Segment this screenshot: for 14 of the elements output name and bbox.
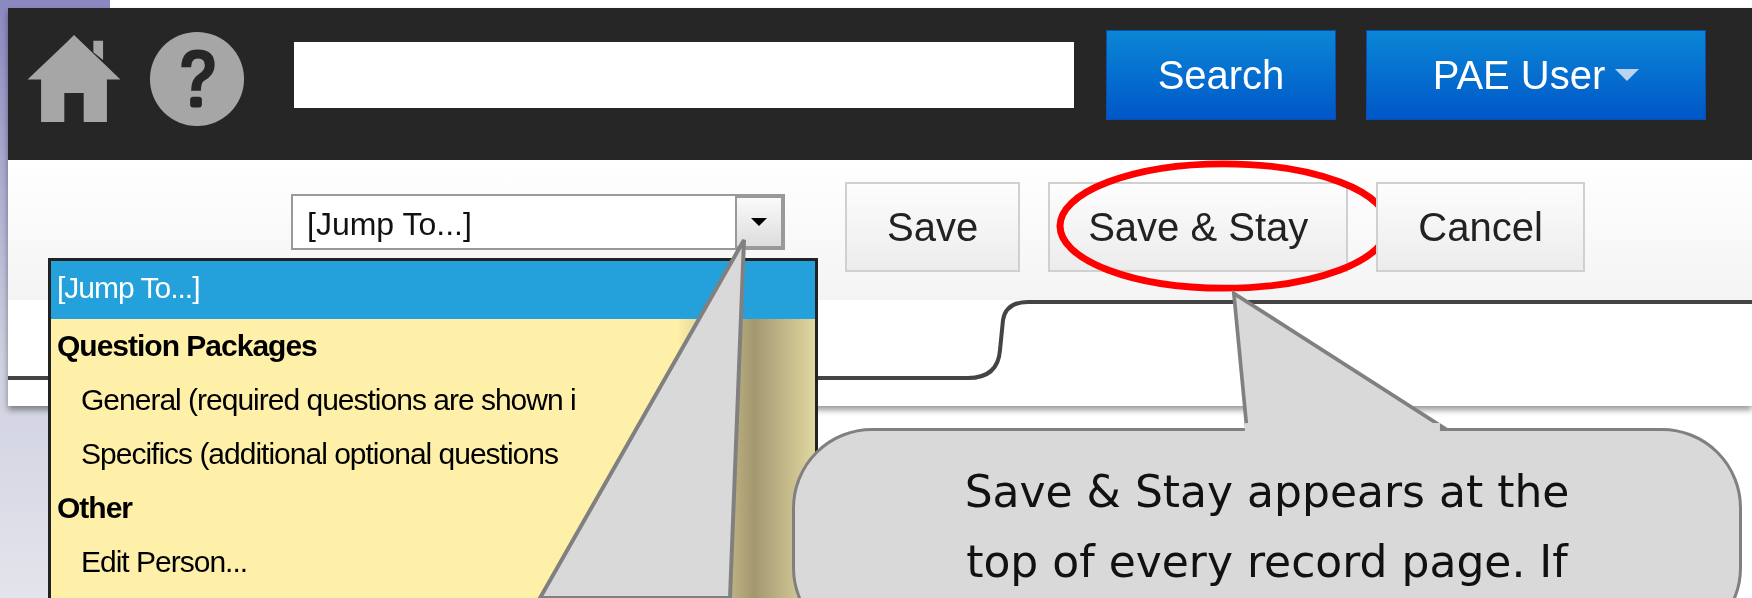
search-field[interactable] <box>294 42 1074 108</box>
dropdown-option[interactable]: General (required questions are shown i <box>51 373 815 427</box>
toolbar-button[interactable]: Save <box>845 182 1021 272</box>
jump-to-select[interactable]: [Jump To...] <box>291 194 785 250</box>
toolbar-button[interactable]: Save & Stay <box>1048 182 1349 272</box>
caret-icon <box>751 218 767 226</box>
group-label: Question Packages <box>56 328 318 364</box>
help-icon[interactable] <box>148 30 246 128</box>
user-menu-button[interactable]: PAE User <box>1366 30 1706 120</box>
group-label: Other <box>56 490 134 526</box>
toolbar-button[interactable]: Cancel <box>1376 182 1585 272</box>
search-button[interactable]: Search <box>1106 30 1336 120</box>
callout-text: Save & Stay appears at the top of every record page. If <box>963 465 1571 589</box>
caret-icon <box>1615 69 1640 81</box>
